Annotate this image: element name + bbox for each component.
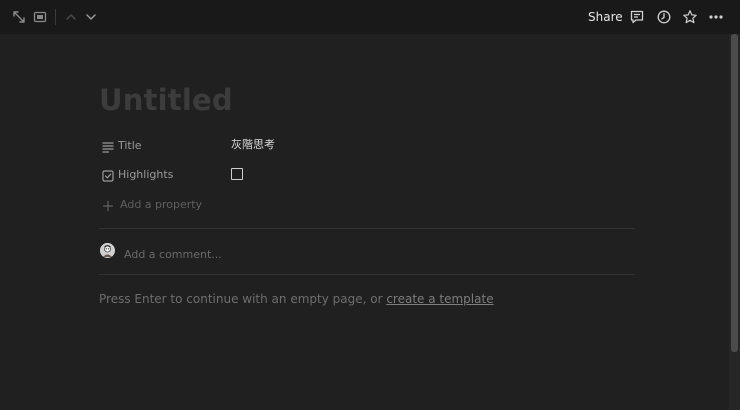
property-value[interactable]: 灰階思考: [231, 137, 275, 153]
divider-top: [99, 228, 635, 229]
comments-button[interactable]: [626, 6, 648, 28]
next-page-button[interactable]: [80, 6, 102, 28]
arrow-up-icon: [64, 10, 78, 24]
avatar: [100, 243, 115, 258]
property-name: Title: [118, 139, 142, 152]
empty-page-hint: Press Enter to continue with an empty pa…: [99, 291, 494, 307]
share-button[interactable]: Share: [588, 9, 623, 25]
checkbox-property-icon: [101, 168, 115, 182]
updates-button[interactable]: [653, 6, 675, 28]
scrollbar-thumb[interactable]: [731, 34, 738, 352]
comment-input[interactable]: [124, 246, 624, 262]
peek-mode-icon: [33, 10, 47, 24]
more-options-button[interactable]: [705, 6, 727, 28]
hint-text: Press Enter to continue with an empty pa…: [99, 292, 387, 306]
notion-peek-window: Share Untitled Title 灰階思考 Highlights Add…: [0, 0, 740, 410]
favorite-button[interactable]: [679, 6, 701, 28]
more-icon: [708, 9, 724, 25]
peek-mode-button[interactable]: [29, 6, 51, 28]
expand-button[interactable]: [8, 6, 30, 28]
divider-bottom: [99, 274, 635, 275]
comment-icon: [629, 9, 645, 25]
property-name: Highlights: [118, 168, 174, 181]
previous-page-button[interactable]: [60, 6, 82, 28]
arrow-down-icon: [84, 10, 98, 24]
page-content: Untitled Title 灰階思考 Highlights Add a pro…: [0, 34, 729, 410]
star-icon: [682, 9, 698, 25]
toolbar-separator: [55, 9, 56, 25]
expand-icon: [12, 10, 26, 24]
add-property-label: Add a property: [120, 198, 203, 211]
text-lines-icon: [101, 139, 115, 153]
property-row-highlights[interactable]: Highlights: [99, 161, 635, 189]
history-icon: [656, 9, 672, 25]
add-property-button[interactable]: Add a property: [99, 197, 259, 215]
highlights-checkbox[interactable]: [231, 168, 243, 180]
top-bar: Share: [0, 0, 740, 34]
create-template-link[interactable]: create a template: [386, 292, 493, 306]
property-row-title[interactable]: Title 灰階思考: [99, 132, 635, 160]
plus-icon: [101, 198, 115, 212]
scrollbar[interactable]: [729, 34, 740, 410]
page-title[interactable]: Untitled: [99, 80, 233, 120]
